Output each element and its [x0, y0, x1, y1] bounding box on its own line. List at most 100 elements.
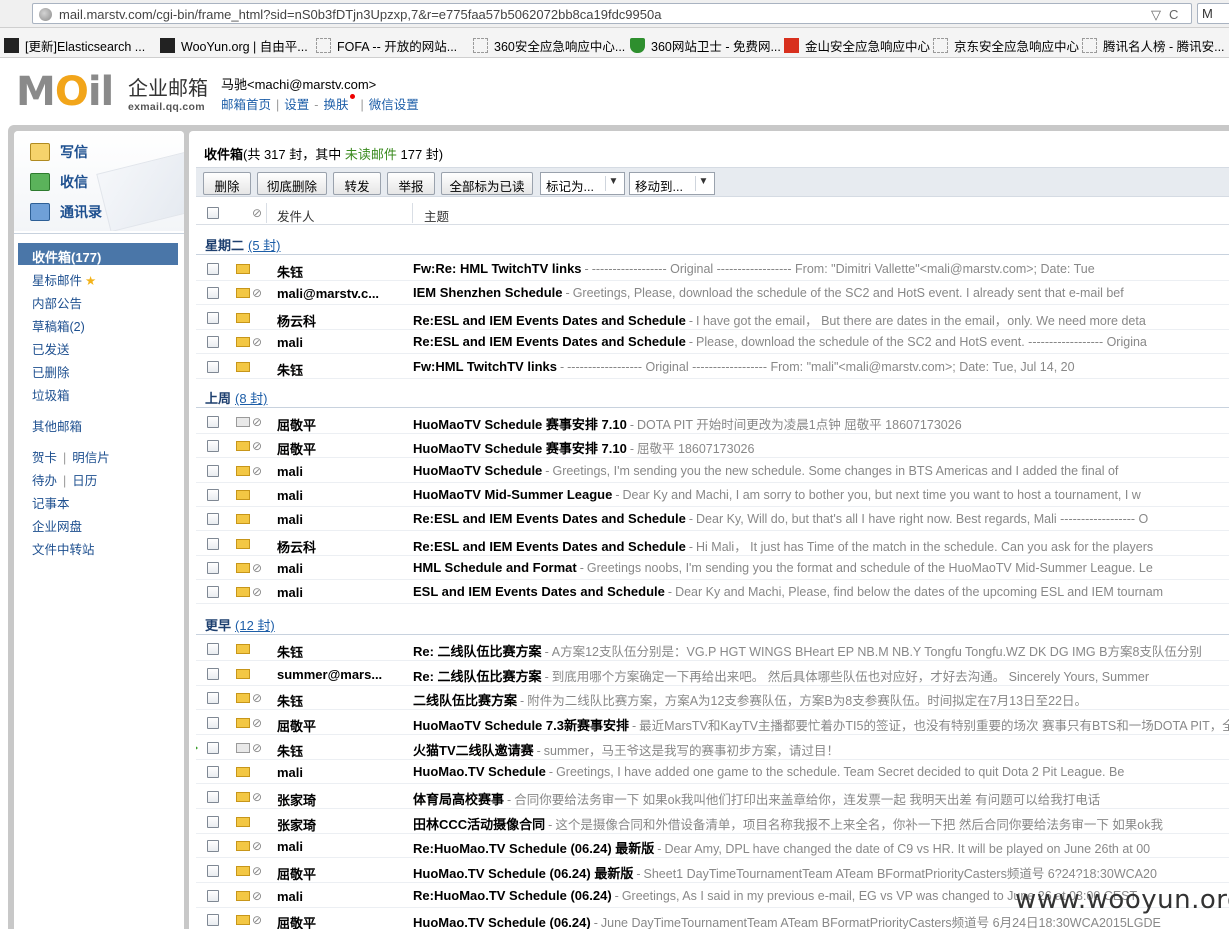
mail-row[interactable]: 朱钰 Fw:Re: HML TwitchTV links - ------------…	[196, 257, 1229, 281]
group-count-link[interactable]: (12 封)	[235, 618, 275, 633]
mail-row[interactable]: 朱钰 Fw:HML TwitchTV links - ----------------…	[196, 355, 1229, 379]
select-all-checkbox[interactable]	[207, 207, 219, 219]
unread-link[interactable]: 未读邮件	[345, 147, 397, 162]
link-postcard[interactable]: 明信片	[72, 451, 110, 465]
row-checkbox[interactable]	[207, 766, 219, 778]
bookmark-item[interactable]: FOFA -- 开放的网站...	[316, 36, 457, 55]
mail-row[interactable]: ⊘ 屈敬平 HuoMaoTV Schedule 赛事安排 7.10- DOTA PIT…	[196, 410, 1229, 434]
mail-row[interactable]: 杨云科 Re:ESL and IEM Events Dates and Sched…	[196, 306, 1229, 330]
row-checkbox[interactable]	[207, 336, 219, 348]
mail-row[interactable]: ⊘ mali Re:ESL and IEM Events Dates and Sch…	[196, 330, 1229, 354]
folder-inbox[interactable]: 收件箱(177)	[18, 243, 178, 265]
bookmark-item[interactable]: 京东安全应急响应中心	[933, 36, 1079, 55]
row-checkbox[interactable]	[207, 586, 219, 598]
row-checkbox[interactable]	[207, 465, 219, 477]
row-checkbox[interactable]	[207, 692, 219, 704]
link-settings[interactable]: 设置	[284, 98, 309, 112]
report-button[interactable]: 举报	[387, 172, 435, 195]
mail-row[interactable]: summer@mars... Re: 二线队伍比赛方案 - 到底用哪个方案确定一下再给…	[196, 662, 1229, 686]
search-box[interactable]: M	[1197, 3, 1229, 24]
subject-column-header[interactable]: 主题	[424, 206, 449, 225]
row-checkbox[interactable]	[207, 489, 219, 501]
row-checkbox[interactable]	[207, 791, 219, 803]
mail-row[interactable]: ⊘ mali HML Schedule and Format - Greetings n…	[196, 556, 1229, 580]
link-transfer[interactable]: 文件中转站	[32, 539, 95, 558]
row-checkbox[interactable]	[207, 914, 219, 926]
link-disk[interactable]: 企业网盘	[32, 516, 82, 535]
row-checkbox[interactable]	[207, 538, 219, 550]
mail-row[interactable]: 杨云科 Re:ESL and IEM Events Dates and Sched…	[196, 532, 1229, 556]
row-checkbox[interactable]	[207, 416, 219, 428]
delete-button[interactable]: 删除	[203, 172, 251, 195]
bookmark-item[interactable]: 360网站卫士 - 免费网...	[630, 36, 781, 55]
link-mail-home[interactable]: 邮箱首页	[221, 98, 271, 112]
row-checkbox[interactable]	[207, 562, 219, 574]
group-count-link[interactable]: (5 封)	[248, 238, 281, 253]
row-checkbox[interactable]	[207, 287, 219, 299]
mail-logo[interactable]: MOil	[16, 72, 126, 112]
row-checkbox[interactable]	[207, 865, 219, 877]
mail-row[interactable]: ⊘ mali Re:HuoMao.TV Schedule (06.24) 最新版 - D…	[196, 834, 1229, 858]
bookmark-item[interactable]: WooYun.org | 自由平...	[160, 36, 308, 55]
row-checkbox[interactable]	[207, 312, 219, 324]
mark-as-select[interactable]: 标记为... ▼	[540, 172, 625, 195]
mail-row[interactable]: 张家琦 田林CCC活动摄像合同 - 这个是摄像合同和外借设备清单，项目名称我报不上来全…	[196, 810, 1229, 834]
folder-spam[interactable]: 垃圾箱	[32, 385, 70, 404]
link-calendar[interactable]: 日历	[72, 474, 97, 488]
mail-row[interactable]: ⊘ mali@marstv.c... IEM Shenzhen Schedule - G…	[196, 281, 1229, 305]
row-checkbox[interactable]	[207, 513, 219, 525]
mail-row[interactable]: mali HuoMaoTV Mid-Summer League - Dear Ky a…	[196, 483, 1229, 507]
mail-row[interactable]: mali Re:ESL and IEM Events Dates and Sche…	[196, 507, 1229, 531]
mail-row[interactable]: ⊘ 朱钰 二线队伍比赛方案 - 附件为二线队比赛方案，方案A为12支参赛队伍，方案B为8…	[196, 686, 1229, 710]
reload-icon[interactable]: C	[1169, 7, 1178, 22]
folder-deleted[interactable]: 已删除	[32, 362, 70, 381]
mail-row[interactable]: ⊘ 张家琦 体育局高校赛事 - 合同你要给法务审一下 如果ok我叫他们打印出来盖章给你，…	[196, 785, 1229, 809]
forward-button[interactable]: 转发	[333, 172, 381, 195]
mail-row[interactable]: ⊘ mali ESL and IEM Events Dates and Schedu…	[196, 580, 1229, 604]
link-card[interactable]: 贺卡	[32, 451, 57, 465]
dropdown-arrow-icon[interactable]: ▽	[1151, 7, 1161, 23]
folder-starred[interactable]: 星标邮件 ★	[32, 270, 96, 289]
receive-button[interactable]: 收信	[30, 172, 88, 192]
row-checkbox[interactable]	[207, 643, 219, 655]
folder-other[interactable]: 其他邮箱	[32, 416, 82, 435]
row-checkbox[interactable]	[207, 742, 219, 754]
row-checkbox[interactable]	[207, 890, 219, 902]
row-checkbox[interactable]	[207, 440, 219, 452]
group-count-link[interactable]: (8 封)	[235, 391, 268, 406]
bookmark-item[interactable]: 360安全应急响应中心...	[473, 36, 625, 55]
delete-forever-button[interactable]: 彻底删除	[257, 172, 327, 195]
contacts-button[interactable]: 通讯录	[30, 202, 102, 222]
mail-row[interactable]: mali HuoMao.TV Schedule - Greetings, I have…	[196, 760, 1229, 784]
attachment-column-icon[interactable]: ⊘	[252, 206, 262, 220]
row-checkbox[interactable]	[207, 668, 219, 680]
link-skin[interactable]: 换肤	[323, 98, 348, 112]
mail-row[interactable]: ⊘ 屈敬平 HuoMaoTV Schedule 赛事安排 7.10- 屈敬平 1860…	[196, 434, 1229, 458]
bookmark-item[interactable]: [更新]Elasticsearch ...	[4, 36, 145, 55]
move-to-select[interactable]: 移动到... ▼	[629, 172, 715, 195]
row-checkbox[interactable]	[207, 840, 219, 852]
folder-sent[interactable]: 已发送	[32, 339, 70, 358]
link-todo[interactable]: 待办	[32, 474, 57, 488]
mail-row[interactable]: ⊘ 屈敬平 HuoMao.TV Schedule (06.24) 最新版 - Sheet…	[196, 859, 1229, 883]
envelope-column-icon[interactable]	[236, 209, 250, 219]
row-checkbox[interactable]	[207, 816, 219, 828]
mark-all-read-button[interactable]: 全部标为已读	[441, 172, 533, 195]
sender-column-header[interactable]: 发件人	[277, 206, 315, 225]
compose-button[interactable]: 写信	[30, 142, 88, 162]
address-bar[interactable]: mail.marstv.com/cgi-bin/frame_html?sid=n…	[32, 3, 1192, 24]
row-checkbox[interactable]	[207, 263, 219, 275]
mail-row[interactable]: ⊘ 屈敬平 HuoMaoTV Schedule 7.3新赛事安排 - 最近MarsTV和…	[196, 711, 1229, 735]
folder-drafts[interactable]: 草稿箱(2)	[32, 316, 85, 335]
mail-row[interactable]: ⊘ 朱钰 火猫TV二线队邀请赛 - summer，马王爷这是我写的赛事初步方案，请过目！	[196, 736, 1229, 760]
link-wechat-settings[interactable]: 微信设置	[369, 98, 419, 112]
address-text[interactable]: mail.marstv.com/cgi-bin/frame_html?sid=n…	[59, 7, 661, 22]
bookmark-item[interactable]: 腾讯名人榜 - 腾讯安...	[1082, 36, 1225, 55]
row-checkbox[interactable]	[207, 361, 219, 373]
mail-row[interactable]: ⊘ mali HuoMaoTV Schedule - Greetings, I'm se…	[196, 459, 1229, 483]
bookmark-item[interactable]: 金山安全应急响应中心	[784, 36, 930, 55]
row-checkbox[interactable]	[207, 717, 219, 729]
link-notes[interactable]: 记事本	[32, 493, 70, 512]
folder-notice[interactable]: 内部公告	[32, 293, 82, 312]
mail-row[interactable]: 朱钰 Re: 二线队伍比赛方案 - A方案12支队伍分别是：VG.P HGT WING…	[196, 637, 1229, 661]
